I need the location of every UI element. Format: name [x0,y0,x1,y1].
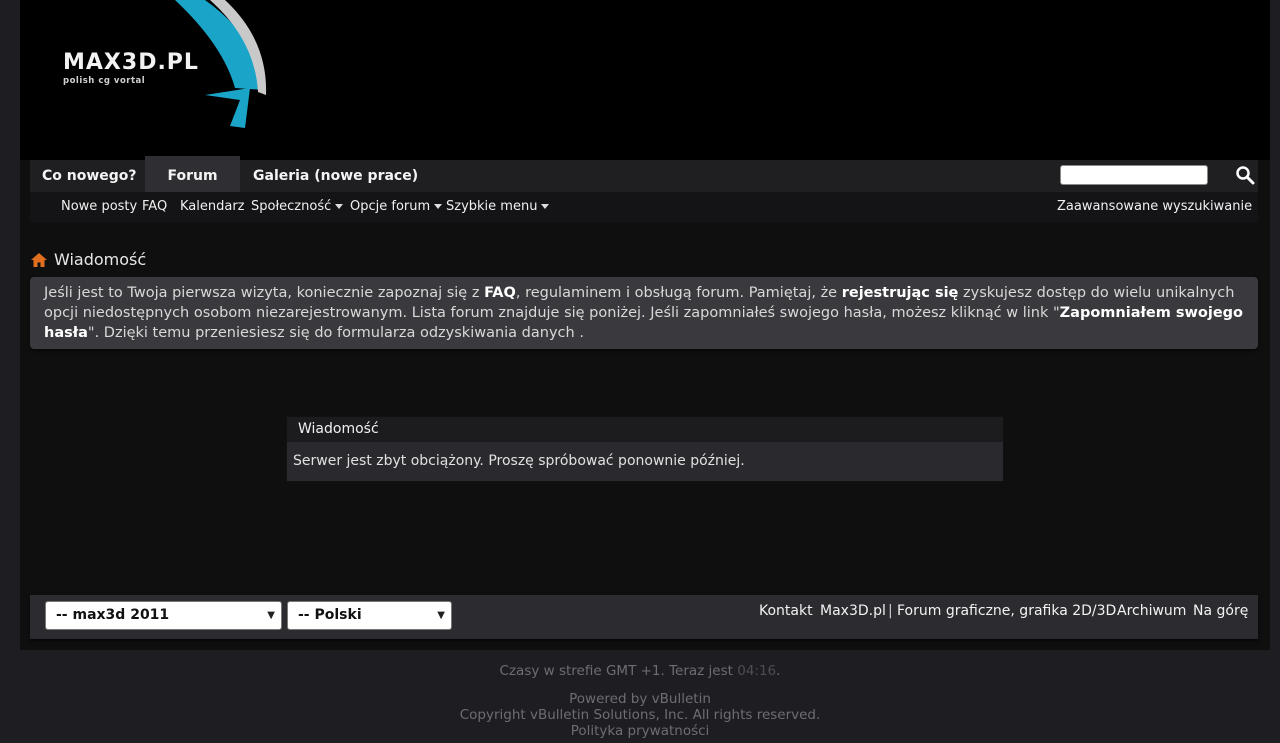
language-select[interactable]: -- Polski ▼ [287,601,452,630]
footer-top-link[interactable]: Na górę [1193,603,1248,619]
style-select-value: -- max3d 2011 [56,607,170,623]
style-select[interactable]: -- max3d 2011 ▼ [45,601,282,630]
timezone-dot: . [776,663,781,679]
advanced-search-link[interactable]: Zaawansowane wyszukiwanie [1057,192,1252,222]
subnav-spolecznosc-label: Społeczność [251,199,332,214]
timezone-line: Czasy w strefie GMT +1. Teraz jest 04:16… [0,663,1280,679]
chevron-down-icon [434,204,443,209]
current-time: 04:16 [737,663,777,679]
powered-by: Powered by vBulletin [569,691,711,707]
subnav-szybkie-menu-label: Szybkie menu [446,199,538,214]
subnav-szybkie-menu[interactable]: Szybkie menu [446,192,550,222]
register-link[interactable]: rejestrując się [842,285,959,301]
welcome-notice: Jeśli jest to Twoja pierwsza wizyta, kon… [30,277,1258,349]
site-logo[interactable]: MAX3D.PL polish cg vortal [40,0,270,135]
footer-archive-link[interactable]: Archiwum [1117,603,1186,619]
footer-forum-link[interactable]: Forum graficzne, grafika 2D/3D [897,603,1116,619]
notice-text-2: , regulaminem i obsługą forum. Pamiętaj,… [515,285,842,301]
subnav-nowe-posty[interactable]: Nowe posty [61,192,137,222]
home-icon[interactable] [30,252,48,268]
message-box: Wiadomość Serwer jest zbyt obciążony. Pr… [286,416,1004,482]
copyright: Copyright vBulletin Solutions, Inc. All … [459,707,821,723]
tab-forum[interactable]: Forum [145,156,240,192]
tab-co-nowego[interactable]: Co nowego? [30,160,149,192]
main-navbar: Co nowego? Forum Galeria (nowe prace) [30,156,1258,192]
notice-text-4: ". Dzięki temu przeniesiesz się do formu… [87,325,584,341]
subnav-faq[interactable]: FAQ [142,192,167,222]
sub-navbar: Nowe posty FAQ Kalendarz Społeczność Opc… [30,192,1258,222]
footer-separator: | [888,603,893,619]
message-title: Wiadomość [287,417,1003,442]
subnav-spolecznosc[interactable]: Społeczność [251,192,344,222]
timezone-text: Czasy w strefie GMT +1. Teraz jest [499,663,738,679]
footer-bar: -- max3d 2011 ▼ -- Polski ▼ Kontakt Max3… [30,595,1258,639]
logo-title: MAX3D.PL [63,50,199,75]
search-input[interactable] [1060,165,1208,185]
faq-link[interactable]: FAQ [484,285,516,301]
page-wrapper: MAX3D.PL polish cg vortal Co nowego? For… [20,0,1270,650]
notice-text-1: Jeśli jest to Twoja pierwsza wizyta, kon… [44,285,485,301]
logo-tagline: polish cg vortal [63,76,146,86]
breadcrumb-current: Wiadomość [54,250,147,269]
dropdown-arrow-icon: ▼ [437,610,445,621]
tab-galeria[interactable]: Galeria (nowe prace) [241,160,430,192]
subnav-opcje-forum-label: Opcje forum [350,199,431,214]
dropdown-arrow-icon: ▼ [267,610,275,621]
chevron-down-icon [335,204,344,209]
privacy-link[interactable]: Polityka prywatności [0,723,1280,739]
message-body: Serwer jest zbyt obciążony. Proszę sprób… [293,453,745,469]
language-select-value: -- Polski [298,607,362,623]
subnav-opcje-forum[interactable]: Opcje forum [350,192,443,222]
search-icon[interactable] [1235,165,1255,185]
site-header: MAX3D.PL polish cg vortal [20,0,1270,160]
footer-site-link[interactable]: Max3D.pl [820,603,886,619]
subnav-kalendarz[interactable]: Kalendarz [180,192,245,222]
footer-contact-link[interactable]: Kontakt [759,603,813,619]
chevron-down-icon [541,204,550,209]
